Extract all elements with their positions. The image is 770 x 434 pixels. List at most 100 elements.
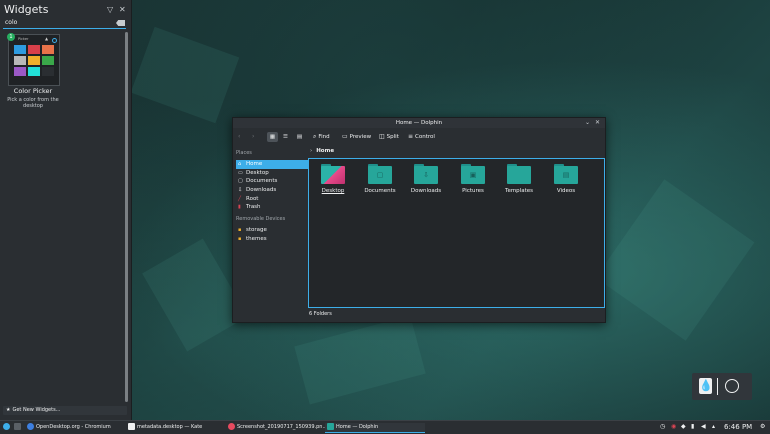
color-swatch — [42, 45, 54, 54]
color-circle-icon[interactable] — [725, 379, 739, 393]
task-dolphin[interactable]: Home — Dolphin — [325, 423, 425, 433]
breadcrumb-home[interactable]: Home — [316, 148, 334, 154]
split-label: Split — [386, 134, 399, 140]
task-chromium[interactable]: OpenDesktop.org - Chromium — [25, 423, 111, 432]
place-label: Desktop — [246, 169, 269, 176]
desktop-folder-icon — [321, 164, 345, 184]
color-picker-widget-preview[interactable]: 1 Picker ▲ — [7, 33, 60, 86]
dolphin-window: Home — Dolphin ⌄ ✕ ‹ › ▦ ☰ ▤ ⌕ Find ▭ Prev… — [232, 117, 606, 323]
videos-folder-icon: ▤ — [554, 164, 578, 184]
clock-tray-icon[interactable]: ◷ — [660, 423, 665, 430]
back-icon: ‹ — [238, 133, 241, 140]
chevron-right-icon: › — [310, 148, 313, 154]
download-icon: ⇩ — [238, 187, 243, 194]
expand-tray-icon[interactable]: ▴ — [712, 423, 715, 430]
wallpaper-facet — [294, 315, 426, 405]
clear-icon[interactable] — [116, 20, 125, 26]
close-icon[interactable]: ✕ — [119, 5, 126, 14]
toolbar: ‹ › ▦ ☰ ▤ ⌕ Find ▭ Preview ◫ Split ≡ Control — [233, 128, 605, 146]
network-icon[interactable]: ◆ — [681, 423, 686, 430]
color-swatch — [42, 56, 54, 65]
color-swatch — [42, 67, 54, 76]
removable-devices-header: Removable Devices — [236, 216, 286, 223]
folder-item-downloads[interactable]: ⇩ Downloads — [406, 164, 446, 194]
menu-icon: ≡ — [408, 133, 414, 140]
widgets-scrollbar[interactable] — [125, 32, 128, 402]
folder-label: Videos — [556, 188, 576, 194]
find-label: Find — [318, 134, 330, 140]
folder-item-templates[interactable]: Templates — [499, 164, 539, 194]
preview-button[interactable]: ▭ Preview — [342, 132, 371, 142]
color-swatch — [28, 56, 40, 65]
usb-drive-icon: ▪ — [238, 227, 242, 234]
volume-icon[interactable]: ◀ — [701, 423, 706, 430]
device-themes[interactable]: ▪ themes — [236, 235, 308, 244]
notification-icon[interactable]: ◉ — [671, 423, 676, 430]
details-view-button[interactable]: ▤ — [295, 132, 304, 142]
file-view[interactable]: Desktop ▢ Documents ⇩ Downloads ▣ Pictur… — [308, 158, 605, 308]
split-icon: ◫ — [379, 133, 385, 140]
folder-item-videos[interactable]: ▤ Videos — [546, 164, 586, 194]
place-desktop[interactable]: ▭ Desktop — [236, 169, 308, 178]
filter-icon[interactable]: ▽ — [107, 5, 113, 14]
back-button[interactable]: ‹ — [238, 132, 242, 142]
get-new-widgets-button[interactable]: ★ Get New Widgets... — [3, 406, 127, 415]
forward-icon: › — [252, 133, 255, 140]
folder-item-desktop[interactable]: Desktop — [313, 164, 353, 194]
clock[interactable]: 6:46 PM — [724, 423, 752, 431]
split-button[interactable]: ◫ Split — [379, 132, 399, 142]
circle-icon — [52, 38, 57, 43]
window-title: Home — Dolphin — [395, 120, 443, 126]
folder-item-documents[interactable]: ▢ Documents — [360, 164, 400, 194]
eyedropper-icon[interactable]: 💧 — [699, 378, 713, 394]
task-kate[interactable]: metadata.desktop — Kate — [126, 423, 202, 432]
find-button[interactable]: ⌕ Find — [313, 132, 330, 142]
place-root[interactable]: ╱ Root — [236, 195, 308, 204]
eyedropper-icon: ▲ — [45, 36, 49, 41]
trash-icon: ▮ — [238, 204, 241, 211]
preview-icon: ▭ — [342, 133, 348, 140]
documents-folder-icon: ▢ — [368, 164, 392, 184]
place-downloads[interactable]: ⇩ Downloads — [236, 186, 308, 195]
forward-button[interactable]: › — [252, 132, 256, 142]
close-icon[interactable]: ✕ — [595, 119, 600, 126]
usb-drive-icon: ▪ — [238, 235, 242, 242]
desktop-icon: ▭ — [238, 169, 243, 176]
star-icon: ★ — [6, 407, 11, 413]
place-home[interactable]: ⌂ Home — [236, 160, 308, 169]
color-swatch — [14, 67, 26, 76]
folder-label: Pictures — [462, 188, 484, 194]
folder-item-pictures[interactable]: ▣ Pictures — [453, 164, 493, 194]
place-label: Documents — [246, 178, 278, 185]
preview-title: Picker — [18, 37, 29, 41]
window-titlebar[interactable]: Home — Dolphin ⌄ ✕ — [233, 118, 605, 128]
widget-search-input[interactable]: colo — [3, 18, 126, 29]
wallpaper-facet — [595, 179, 755, 341]
search-icon: ⌕ — [313, 133, 317, 140]
device-storage[interactable]: ▪ storage — [236, 226, 308, 235]
templates-folder-icon — [507, 164, 531, 184]
task-screenshot[interactable]: Screenshot_20190717_150939.pn... — [226, 423, 327, 432]
task-label: metadata.desktop — Kate — [137, 424, 203, 430]
folder-label: Desktop — [321, 188, 345, 194]
app-launcher-button[interactable] — [3, 423, 12, 432]
widget-count-badge: 1 — [7, 33, 15, 41]
device-label: themes — [246, 235, 267, 242]
pictures-folder-icon: ▣ — [461, 164, 485, 184]
compact-view-button[interactable]: ☰ — [281, 132, 290, 142]
task-label: Home — Dolphin — [336, 424, 379, 430]
place-documents[interactable]: ▢ Documents — [236, 177, 308, 186]
battery-icon[interactable]: ▮ — [691, 423, 694, 430]
chromium-icon — [27, 423, 34, 430]
color-swatch — [28, 45, 40, 54]
control-button[interactable]: ≡ Control — [408, 132, 435, 142]
minimize-icon[interactable]: ⌄ — [585, 119, 590, 126]
pager-button[interactable] — [14, 423, 23, 432]
places-header: Places — [236, 150, 252, 156]
widget-description: Pick a color from the desktop — [7, 97, 59, 109]
color-swatch — [28, 67, 40, 76]
icons-view-button[interactable]: ▦ — [267, 132, 278, 142]
panel-settings-icon[interactable]: ⚙ — [760, 423, 765, 430]
place-trash[interactable]: ▮ Trash — [236, 203, 308, 212]
breadcrumb[interactable]: › Home — [310, 148, 334, 154]
